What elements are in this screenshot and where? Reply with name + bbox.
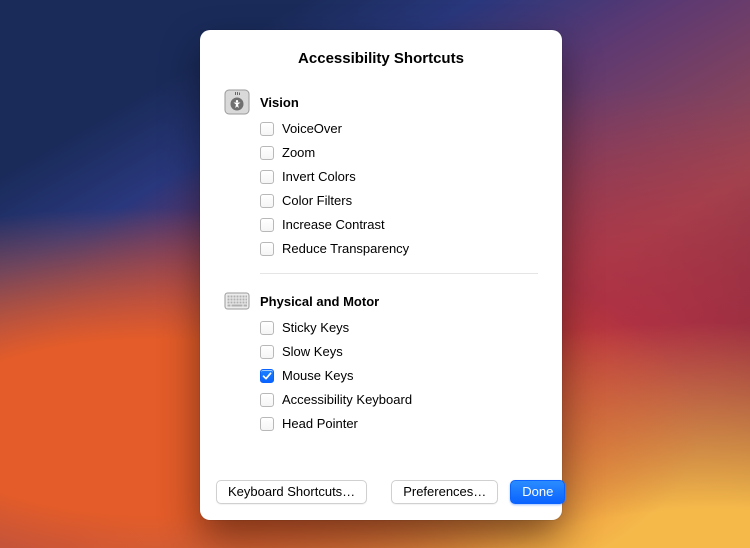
checkbox-mouse-keys[interactable] xyxy=(260,369,274,383)
options-physical-motor: Sticky Keys Slow Keys Mouse Keys xyxy=(260,320,538,432)
option-reduce-transparency[interactable]: Reduce Transparency xyxy=(260,241,538,257)
checkbox-invert-colors[interactable] xyxy=(260,170,274,184)
section-title-vision: Vision xyxy=(260,95,299,110)
section-divider xyxy=(260,273,538,274)
accessibility-icon xyxy=(224,89,250,115)
option-increase-contrast[interactable]: Increase Contrast xyxy=(260,217,538,233)
checkbox-color-filters[interactable] xyxy=(260,194,274,208)
option-voiceover[interactable]: VoiceOver xyxy=(260,121,538,137)
option-accessibility-keyboard[interactable]: Accessibility Keyboard xyxy=(260,392,538,408)
keyboard-shortcuts-button[interactable]: Keyboard Shortcuts… xyxy=(216,480,367,504)
section-header-vision: Vision xyxy=(224,89,538,115)
option-head-pointer[interactable]: Head Pointer xyxy=(260,416,538,432)
option-label: Slow Keys xyxy=(282,344,343,360)
panel-body: Vision VoiceOver Zoom xyxy=(200,75,562,466)
section-vision: Vision VoiceOver Zoom xyxy=(224,89,538,274)
done-button[interactable]: Done xyxy=(510,480,565,504)
option-slow-keys[interactable]: Slow Keys xyxy=(260,344,538,360)
option-invert-colors[interactable]: Invert Colors xyxy=(260,169,538,185)
section-header-physical-motor: Physical and Motor xyxy=(224,288,538,314)
option-label: Accessibility Keyboard xyxy=(282,392,412,408)
checkbox-slow-keys[interactable] xyxy=(260,345,274,359)
option-label: Zoom xyxy=(282,145,315,161)
section-physical-motor: Physical and Motor Sticky Keys Slow Keys xyxy=(224,288,538,432)
option-label: VoiceOver xyxy=(282,121,342,137)
option-label: Sticky Keys xyxy=(282,320,349,336)
checkbox-increase-contrast[interactable] xyxy=(260,218,274,232)
option-label: Mouse Keys xyxy=(282,368,354,384)
checkbox-reduce-transparency[interactable] xyxy=(260,242,274,256)
checkbox-zoom[interactable] xyxy=(260,146,274,160)
option-sticky-keys[interactable]: Sticky Keys xyxy=(260,320,538,336)
option-mouse-keys[interactable]: Mouse Keys xyxy=(260,368,538,384)
option-label: Head Pointer xyxy=(282,416,358,432)
checkbox-voiceover[interactable] xyxy=(260,122,274,136)
option-color-filters[interactable]: Color Filters xyxy=(260,193,538,209)
checkbox-sticky-keys[interactable] xyxy=(260,321,274,335)
option-label: Reduce Transparency xyxy=(282,241,409,257)
checkbox-head-pointer[interactable] xyxy=(260,417,274,431)
checkbox-accessibility-keyboard[interactable] xyxy=(260,393,274,407)
section-title-physical-motor: Physical and Motor xyxy=(260,294,379,309)
accessibility-shortcuts-panel: Accessibility Shortcuts Vision xyxy=(200,30,562,520)
option-label: Color Filters xyxy=(282,193,352,209)
option-label: Increase Contrast xyxy=(282,217,385,233)
keyboard-icon xyxy=(224,288,250,314)
option-zoom[interactable]: Zoom xyxy=(260,145,538,161)
panel-footer: Keyboard Shortcuts… Preferences… Done xyxy=(200,466,562,520)
option-label: Invert Colors xyxy=(282,169,356,185)
options-vision: VoiceOver Zoom Invert Colors xyxy=(260,121,538,257)
panel-title: Accessibility Shortcuts xyxy=(200,50,562,67)
preferences-button[interactable]: Preferences… xyxy=(391,480,498,504)
